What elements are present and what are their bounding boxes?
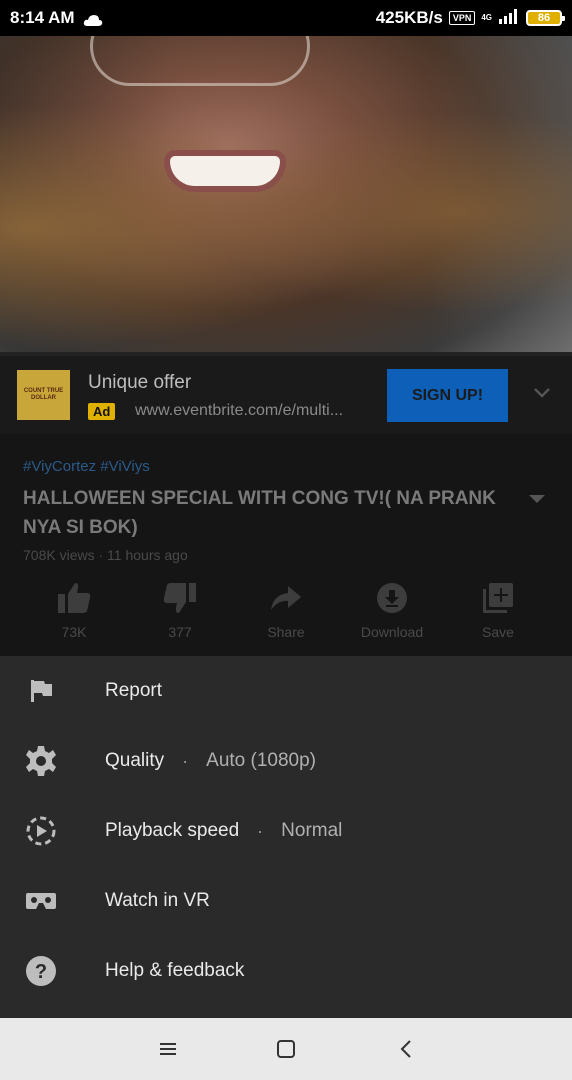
video-hashtags[interactable]: #ViyCortez #ViViys (23, 458, 150, 475)
like-count: 73K (61, 624, 87, 640)
help-icon: ? (24, 954, 58, 988)
dislike-button[interactable]: 377 (127, 580, 233, 650)
thumbs-down-icon (162, 580, 198, 616)
menu-icon[interactable] (148, 1029, 188, 1069)
menu-row-quality: Quality · Auto (1080p) (105, 750, 316, 772)
video-player[interactable] (0, 36, 572, 356)
video-actions: 73K 377 Share Download Save (0, 580, 572, 650)
video-frame (0, 36, 572, 356)
dislike-count: 377 (168, 624, 192, 640)
playback-speed-icon (24, 814, 58, 848)
chevron-down-icon[interactable] (532, 386, 552, 400)
svg-text:?: ? (35, 961, 47, 983)
menu-label-help-feedback: Help & feedback (105, 960, 245, 981)
video-frame-glasses (90, 36, 310, 86)
menu-label-quality: Quality (105, 750, 165, 771)
download-icon (374, 580, 410, 616)
gear-icon (24, 744, 58, 778)
cloud-icon (83, 12, 103, 26)
battery-level: 86 (537, 12, 551, 24)
save-label: Save (482, 624, 514, 640)
save-button[interactable]: Save (445, 580, 551, 650)
network-speed: 425KB/s (375, 8, 443, 27)
thumbs-up-icon (56, 580, 92, 616)
like-button[interactable]: 73K (21, 580, 127, 650)
share-label: Share (267, 624, 305, 640)
ad-logo-text: COUNT TRUE DOLLAR (23, 388, 64, 401)
menu-item-help-feedback[interactable]: ? Help & feedback (0, 936, 572, 1006)
video-meta: 708K views · 11 hours ago (23, 547, 188, 563)
download-label: Download (360, 624, 424, 640)
ad-badge: Ad (88, 403, 116, 420)
ad-banner[interactable]: COUNT TRUE DOLLAR Unique offer Ad www.ev… (0, 356, 572, 434)
menu-item-report[interactable]: Report (0, 656, 572, 726)
ad-logo[interactable]: COUNT TRUE DOLLAR (17, 370, 70, 420)
system-nav-bar (0, 1018, 572, 1080)
download-button[interactable]: Download (339, 580, 445, 650)
vr-headset-icon (24, 884, 58, 918)
signal-icon (498, 8, 520, 29)
menu-label-playback-speed: Playback speed (105, 820, 240, 841)
sign-up-button[interactable]: SIGN UP! (387, 369, 508, 422)
add-to-playlist-icon (480, 580, 516, 616)
menu-row-playback-speed: Playback speed · Normal (105, 820, 342, 842)
battery-icon: 86 (526, 10, 565, 26)
network-type: 4G (481, 13, 492, 22)
menu-value-quality: Auto (1080p) (206, 750, 316, 771)
menu-value-playback-speed: Normal (281, 820, 343, 841)
separator-dot: · (257, 820, 264, 841)
status-time: 8:14 AM (10, 8, 75, 27)
share-icon (268, 580, 304, 616)
status-bar: 8:14 AM 425KB/s VPN 4G 86 (0, 0, 572, 36)
ad-title[interactable]: Unique offer (88, 372, 191, 394)
expand-description-icon[interactable] (527, 492, 547, 506)
separator-dot: · (182, 750, 189, 771)
more-options-sheet: Report Quality · Auto (1080p) Playback s… (0, 656, 572, 1018)
back-icon[interactable] (386, 1029, 426, 1069)
menu-label-report: Report (105, 680, 163, 701)
menu-item-watch-in-vr[interactable]: Watch in VR (0, 866, 572, 936)
vpn-badge: VPN (448, 11, 476, 25)
home-icon[interactable] (266, 1029, 306, 1069)
ad-url[interactable]: www.eventbrite.com/e/multi... (135, 402, 375, 420)
video-info: #ViyCortez #ViViys HALLOWEEN SPECIAL WIT… (0, 434, 572, 656)
menu-item-playback-speed[interactable]: Playback speed · Normal (0, 796, 572, 866)
video-frame-smile (170, 156, 280, 186)
flag-icon (24, 674, 58, 708)
video-title[interactable]: HALLOWEEN SPECIAL WITH CONG TV!( NA PRAN… (23, 484, 513, 542)
share-button[interactable]: Share (233, 580, 339, 650)
menu-label-watch-in-vr: Watch in VR (105, 890, 210, 911)
menu-item-quality[interactable]: Quality · Auto (1080p) (0, 726, 572, 796)
